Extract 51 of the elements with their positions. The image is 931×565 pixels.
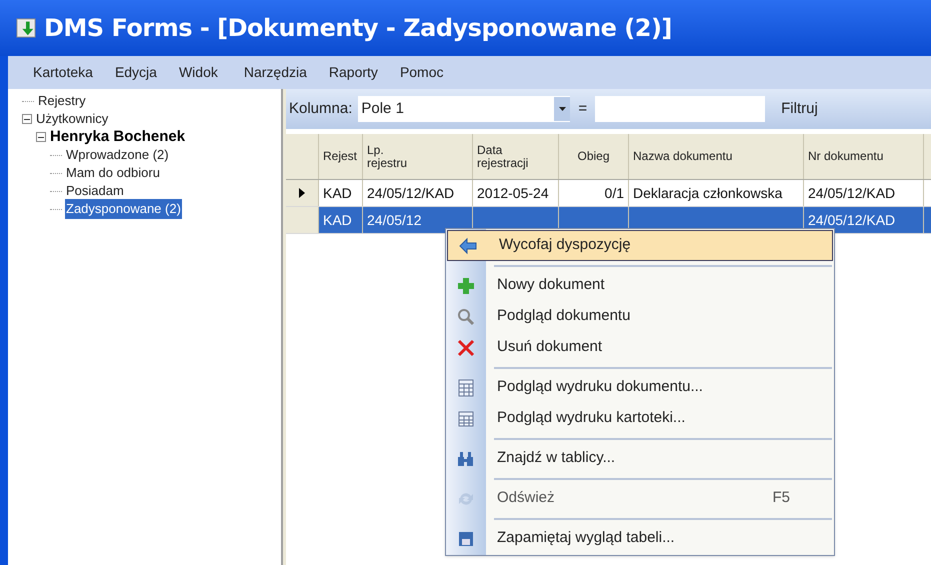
menu-item[interactable]: Kartoteka — [33, 62, 93, 83]
menu-item[interactable]: Edycja — [114, 62, 157, 83]
table-cell-text: 24/05/12/KAD — [367, 184, 454, 202]
menu-item[interactable]: Widok — [178, 62, 218, 83]
column-header[interactable]: Obieg — [559, 134, 629, 179]
caret-icon — [554, 97, 570, 121]
table-cell-text: Deklaracja członkowska — [633, 184, 782, 203]
column-header[interactable]: Lp. rejestru — [363, 134, 473, 179]
filter-label: Kolumna: — [289, 98, 352, 119]
column-header[interactable]: Data rejestracji — [473, 134, 559, 179]
search-icon — [456, 306, 476, 326]
table-cell-text: 24/05/12/KAD — [808, 210, 896, 230]
operator-label: = — [577, 98, 588, 119]
table-cell-text: 24/05/12/KAD — [808, 184, 896, 202]
table-cell-text: 2012-05-24 — [477, 184, 549, 202]
menu-item[interactable]: Raporty — [328, 62, 378, 83]
context-menu-item[interactable]: Wycofaj dyspozycję — [447, 230, 833, 261]
filter-input[interactable] — [595, 96, 766, 122]
tree-item[interactable]: Rejestry — [37, 91, 87, 111]
column-header[interactable]: Rejest — [319, 134, 363, 179]
tree-item[interactable]: Mam do odbioru — [65, 163, 161, 183]
collapse-icon[interactable] — [22, 114, 32, 124]
context-menu-item[interactable]: Podgląd wydruku dokumentu... — [446, 372, 834, 403]
table-row[interactable]: KAD 24/05/12/KAD 2012-05-24 0/1 Deklaracja członkowska 24/05/12/KAD — [286, 180, 931, 207]
app-icon — [16, 18, 36, 38]
column-dropdown[interactable]: Pole 1 — [358, 96, 570, 122]
tree-item[interactable]: Zadysponowane (2) — [65, 199, 182, 219]
menu-item[interactable]: Pomoc — [400, 62, 444, 83]
plus-icon — [456, 276, 476, 296]
context-menu-item[interactable]: Podgląd dokumentu — [446, 301, 834, 332]
context-menu-item[interactable]: Nowy dokument — [446, 270, 834, 301]
context-menu-item[interactable]: Zapamiętaj wygląd tabeli... — [446, 523, 834, 554]
table-cell-text: KAD — [323, 184, 352, 202]
collapse-icon[interactable] — [36, 132, 46, 142]
context-menu-item[interactable]: Usuń dokument — [446, 332, 834, 363]
close-icon — [456, 338, 476, 358]
column-header[interactable]: Nr dokumentu — [804, 134, 924, 179]
menu-item[interactable]: Narzędzia — [244, 62, 307, 83]
filter-button[interactable]: Filtruj — [773, 98, 826, 120]
spreadsheet-icon — [456, 378, 476, 398]
spreadsheet-icon — [456, 408, 476, 428]
table-cell-text: KAD — [323, 210, 352, 230]
table-cell-text: 0/1 — [604, 184, 624, 202]
arrow-icon — [458, 236, 478, 256]
tree-item[interactable]: Posiadam — [65, 181, 125, 201]
context-menu-item[interactable]: Podgląd wydruku kartoteki... — [446, 403, 834, 434]
window-title: DMS Forms - [Dokumenty - Zadysponowane (2)] — [44, 13, 672, 44]
table-cell-text: 24/05/12 — [367, 210, 422, 230]
column-header[interactable]: Nazwa dokumentu — [629, 134, 804, 179]
context-menu-item[interactable]: Znajdź w tablicy... — [446, 443, 834, 474]
shortcut-label: F5 — [772, 488, 790, 508]
